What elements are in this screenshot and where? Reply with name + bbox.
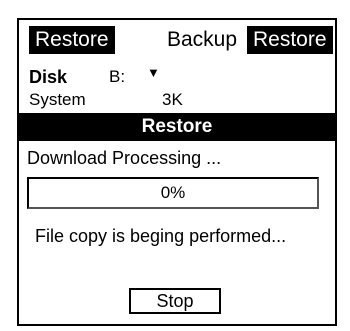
status-text: Download Processing ... xyxy=(27,148,222,168)
stop-button[interactable]: Stop xyxy=(129,288,221,314)
restore-dialog: Restore Download Processing ... 0% File … xyxy=(19,113,335,324)
disk-label: Disk xyxy=(29,67,68,87)
tab-backup[interactable]: Backup xyxy=(167,26,237,54)
tab-restore-right[interactable]: Restore xyxy=(247,26,333,54)
top-tab-bar: Restore Backup Restore xyxy=(19,20,335,60)
restore-window: Restore Backup Restore Disk B: ▼ System … xyxy=(17,18,337,326)
dialog-title: Restore xyxy=(19,113,335,141)
system-value: 3K xyxy=(162,90,183,109)
system-label: System xyxy=(29,90,86,109)
progress-label: 0% xyxy=(160,183,186,202)
disk-value[interactable]: B: xyxy=(109,67,125,87)
copy-message: File copy is beging performed... xyxy=(35,226,287,246)
tab-restore-left[interactable]: Restore xyxy=(29,26,115,54)
chevron-down-icon[interactable]: ▼ xyxy=(147,65,160,80)
progress-bar: 0% xyxy=(27,177,319,209)
